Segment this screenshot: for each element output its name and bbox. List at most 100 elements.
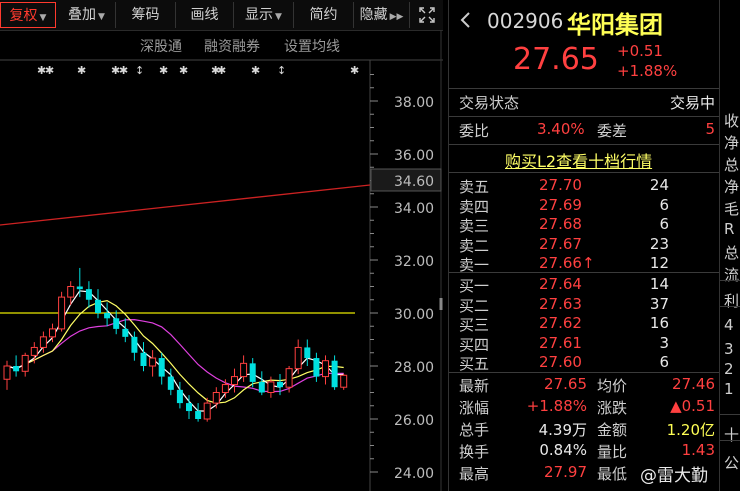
level-label: 卖二 — [459, 236, 490, 255]
stats-row: 涨幅 +1.88% 涨跌 ▲0.51 — [449, 397, 719, 419]
candle-body[interactable] — [131, 336, 138, 353]
candle-body[interactable] — [304, 347, 311, 359]
current-price: 27.65 — [513, 42, 599, 77]
level-label: 卖五 — [459, 178, 490, 196]
level-price: 27.64 — [539, 275, 582, 293]
price-label: 30.00 — [394, 307, 434, 323]
price-label: 24.00 — [394, 466, 434, 482]
event-marker-icon[interactable]: ✱ — [217, 64, 226, 77]
stat-label: 换手 — [459, 443, 490, 461]
candle-body[interactable] — [203, 402, 211, 420]
stat-label: 最低 — [597, 465, 628, 483]
event-marker-icon[interactable]: ✱ — [77, 64, 86, 77]
event-markers: ✱✱ ✱ ✱✱ ↕ ✱ ✱ ✱✱ ✱ ↕ ✱ — [37, 64, 359, 77]
stat-value: 0.84% — [539, 441, 587, 459]
candle-body[interactable] — [258, 381, 265, 393]
event-marker-icon[interactable]: ✱ — [45, 64, 54, 77]
level-price: 27.67 — [539, 234, 582, 253]
stat-label: 最高 — [459, 465, 490, 483]
collapse-arrow-icon[interactable] — [457, 11, 475, 29]
level-label: 买一 — [459, 277, 490, 295]
candle-body[interactable] — [313, 358, 320, 377]
toolbar-fuquan-button[interactable]: 复权 ▼ — [0, 2, 56, 28]
l2-upgrade-link[interactable]: 购买L2查看十档行情 — [505, 148, 652, 172]
marker-value: 34.60 — [394, 174, 434, 190]
trade-status-row: 交易状态 交易中 — [449, 92, 719, 114]
level-label: 买三 — [459, 316, 490, 334]
candle-body[interactable] — [340, 374, 348, 388]
candle-body[interactable] — [195, 411, 202, 419]
candle-body[interactable] — [240, 362, 248, 378]
divider — [449, 144, 719, 145]
candle-body[interactable] — [267, 381, 275, 393]
event-marker-icon[interactable]: ↕ — [135, 64, 144, 77]
toolbar-simple-button[interactable]: 简约 — [294, 2, 354, 28]
candle-body[interactable] — [277, 381, 283, 388]
stat-label: 最新 — [459, 377, 490, 395]
stats-row: 最新 27.65 均价 27.46 — [449, 375, 719, 397]
toolbar-overlay-button[interactable]: 叠加 ▼ — [58, 2, 116, 28]
divider — [720, 414, 740, 415]
divider — [449, 116, 719, 117]
toolbar-draw-button[interactable]: 画线 — [176, 2, 234, 28]
candle-body[interactable] — [49, 328, 56, 338]
candle-body[interactable] — [39, 336, 47, 348]
level-volume: 3 — [659, 333, 669, 352]
dropdown-icon: ▼ — [39, 13, 47, 23]
trend-line[interactable] — [0, 184, 371, 226]
candle-body[interactable] — [221, 384, 229, 393]
stats-row: 换手 0.84% 量比 1.43 — [449, 441, 719, 463]
candle-body[interactable] — [167, 376, 174, 390]
candle-body[interactable] — [231, 376, 238, 386]
candle-body[interactable] — [294, 346, 302, 370]
candle-body[interactable] — [30, 346, 38, 356]
fullscreen-icon[interactable] — [410, 2, 443, 28]
event-marker-icon[interactable]: ↕ — [277, 64, 286, 77]
candle-body[interactable] — [249, 363, 256, 382]
candle-body[interactable] — [104, 313, 111, 319]
kline-chart[interactable]: 38.00 36.00 34.00 32.00 30.00 28.00 26.0… — [0, 30, 443, 491]
stats-row: 总手 4.39万 金额 1.20亿 — [449, 419, 719, 441]
level-volume: 6 — [659, 215, 669, 233]
candle-body[interactable] — [13, 366, 20, 372]
price-change-pct: +1.88% — [617, 62, 678, 80]
ma20-line — [6, 318, 344, 393]
divider — [449, 172, 719, 173]
event-marker-icon[interactable]: ✱ — [159, 64, 168, 77]
candle-body[interactable] — [140, 352, 147, 366]
event-marker-icon[interactable]: ✱ — [251, 64, 260, 77]
level-volume: 24 — [649, 176, 669, 194]
toolbar-hide-button[interactable]: 隐藏 ▶▶ — [354, 2, 410, 28]
side-stripe-text: 收 — [724, 112, 740, 130]
candle-body[interactable] — [76, 286, 83, 290]
stat-label: 涨跌 — [597, 399, 628, 417]
candle-body[interactable] — [113, 318, 120, 329]
candle-body[interactable] — [67, 286, 75, 298]
candle-body[interactable] — [95, 299, 101, 313]
watermark-text: @雷大勤 — [640, 466, 708, 486]
chart-toolbar: 复权 ▼ 叠加 ▼ 筹码 画线 显示 ▼ 简约 隐藏 ▶▶ — [0, 0, 443, 31]
event-marker-icon[interactable]: ✱ — [179, 64, 188, 77]
candle-body[interactable] — [322, 360, 329, 378]
candle-body[interactable] — [21, 354, 29, 372]
ma5-line — [6, 290, 344, 412]
level-volume: 14 — [649, 275, 669, 293]
stat-value: +1.88% — [526, 397, 587, 415]
candle-body[interactable] — [186, 403, 192, 412]
candle-body[interactable] — [176, 389, 183, 404]
candle-body[interactable] — [285, 368, 293, 388]
divider — [449, 272, 719, 273]
candle-body[interactable] — [85, 289, 92, 300]
candle-body[interactable] — [122, 328, 129, 337]
event-marker-icon[interactable]: ✱ — [119, 64, 128, 77]
toolbar-display-button[interactable]: 显示 ▼ — [234, 2, 294, 28]
candle-body[interactable] — [331, 360, 338, 388]
forward-icon: ▶▶ — [389, 12, 404, 22]
candle-body[interactable] — [158, 358, 165, 377]
candle-body[interactable] — [149, 357, 157, 367]
event-marker-icon[interactable]: ✱ — [350, 64, 359, 77]
candle-body[interactable] — [212, 392, 220, 404]
candle-body[interactable] — [58, 296, 66, 330]
candle-body[interactable] — [3, 365, 11, 380]
toolbar-chips-button[interactable]: 筹码 — [116, 2, 176, 28]
